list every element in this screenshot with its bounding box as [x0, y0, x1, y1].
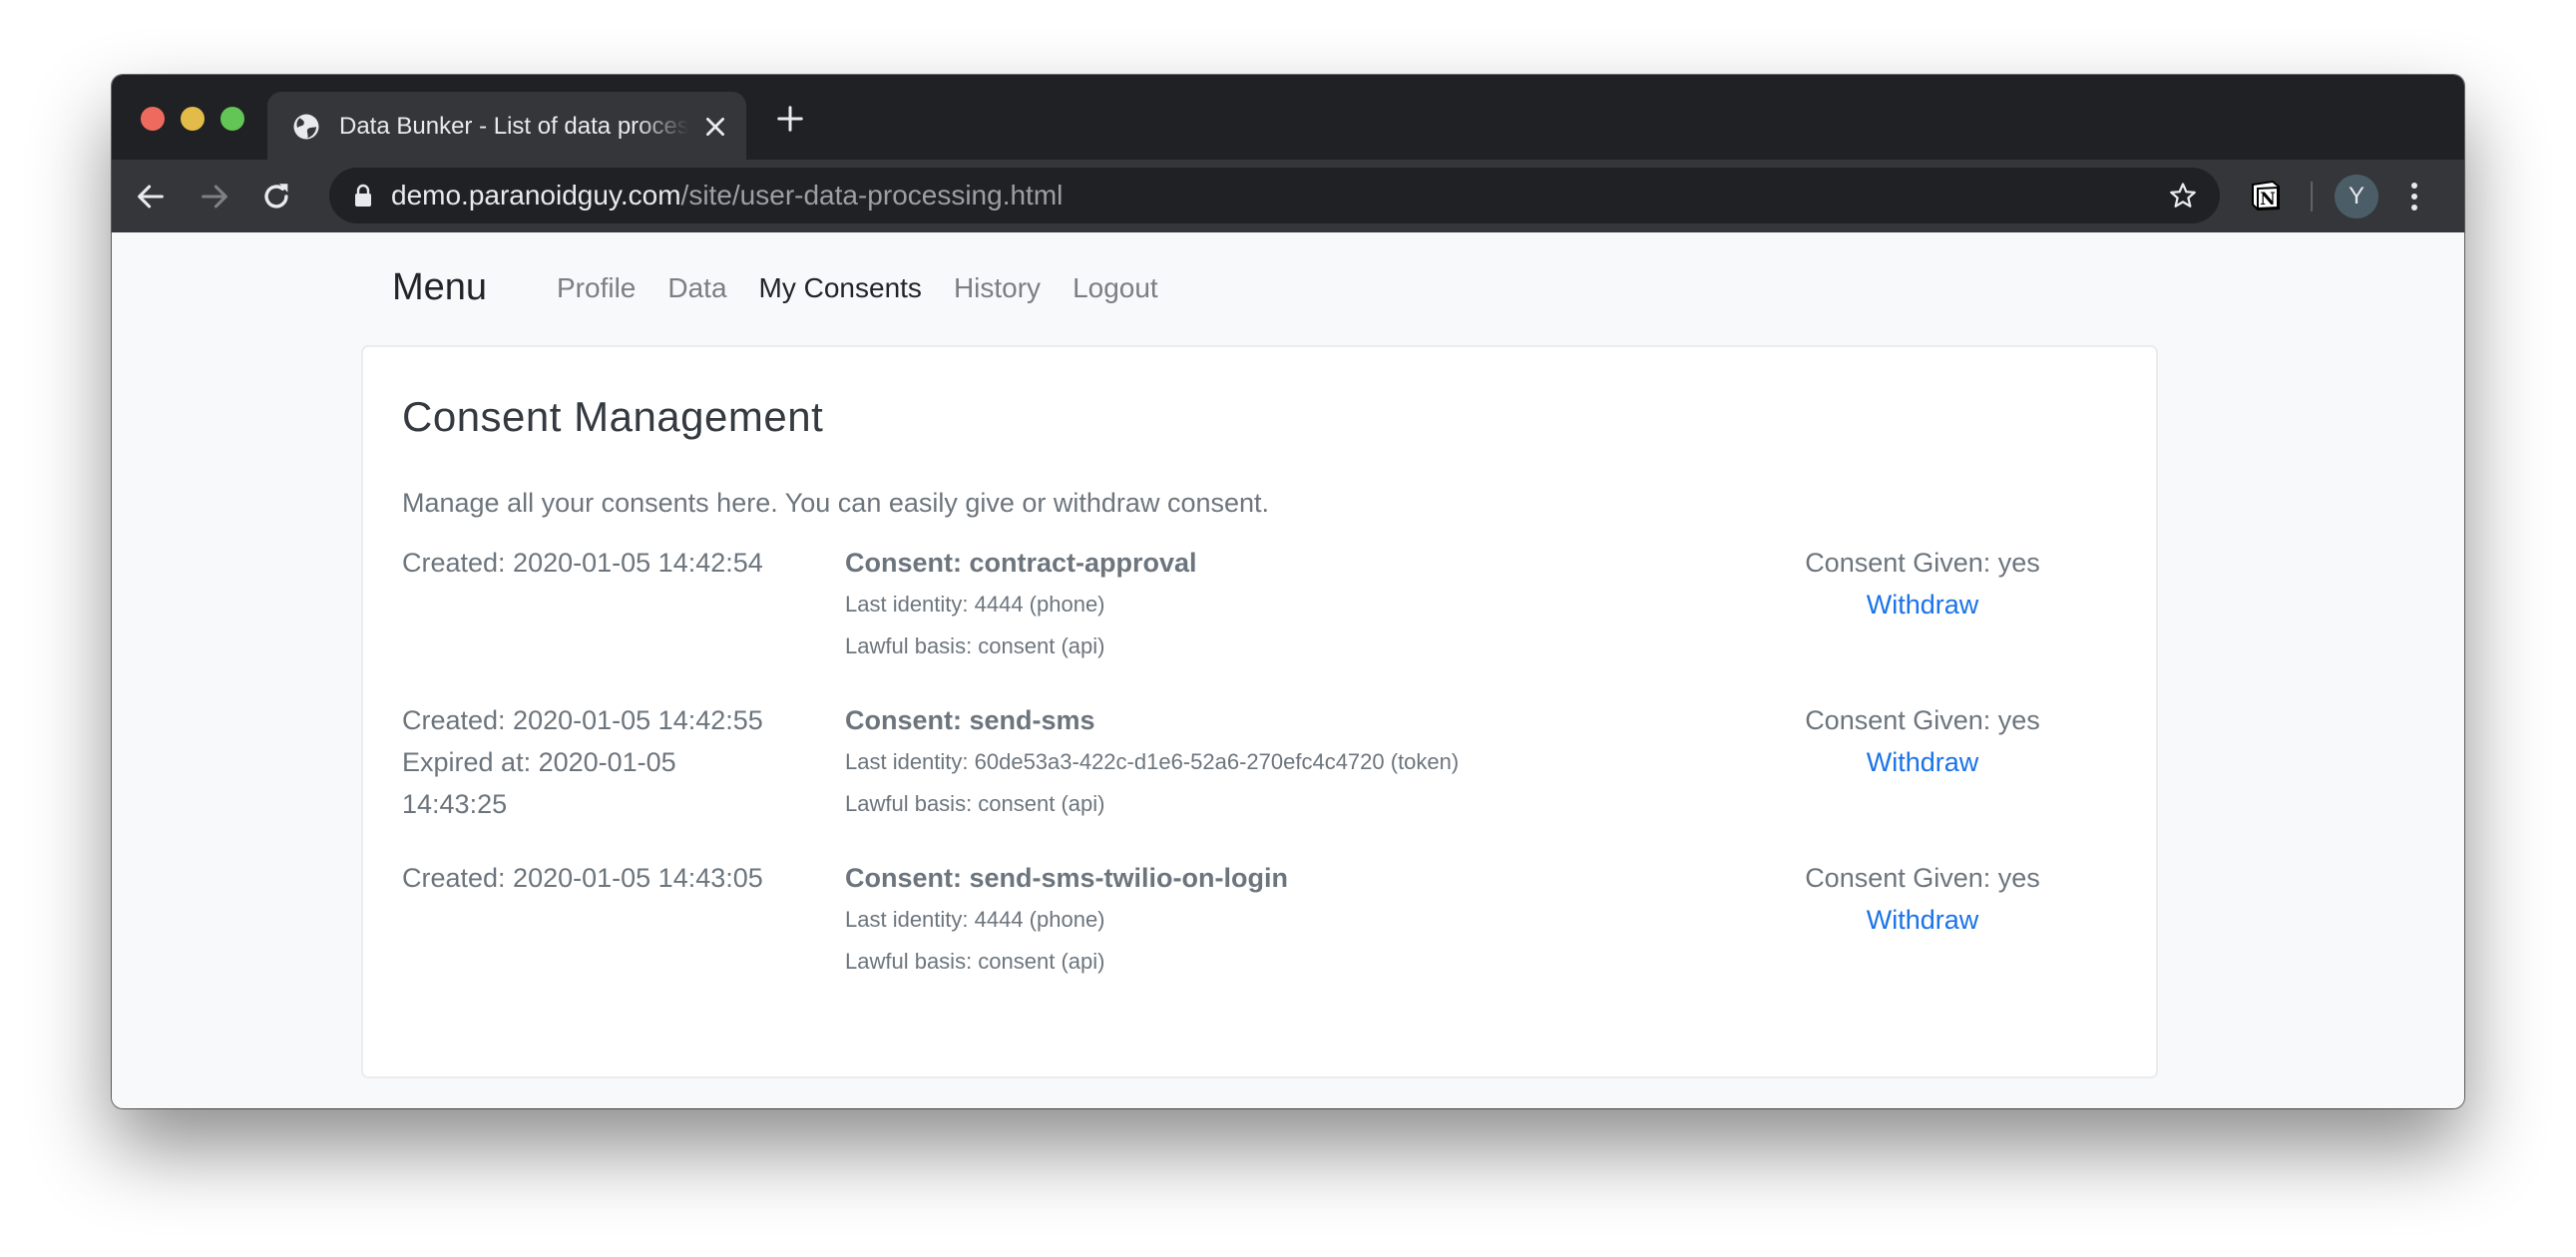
- last-identity: Last identity: 60de53a3-422c-d1e6-52a6-2…: [845, 749, 1460, 774]
- url-path: /site/user-data-processing.html: [680, 180, 1064, 210]
- navbar-brand[interactable]: Menu: [392, 262, 487, 312]
- browser-window: Data Bunker - List of data processing: [112, 75, 2464, 1108]
- page-description: Manage all your consents here. You can e…: [402, 488, 1270, 518]
- page-content: Menu Profile Data My Consents History Lo…: [112, 232, 2464, 1108]
- minimize-window-button[interactable]: [181, 107, 205, 131]
- toolbar-divider: [2311, 182, 2313, 211]
- lawful-basis: Lawful basis: consent (api): [845, 791, 1105, 816]
- tab-strip: Data Bunker - List of data processing: [112, 75, 2464, 160]
- last-identity: Last identity: 4444 (phone): [845, 592, 1105, 617]
- consent-given: Consent Given: yes: [1805, 705, 2040, 735]
- lawful-basis: Lawful basis: consent (api): [845, 949, 1105, 974]
- star-icon[interactable]: [2168, 181, 2198, 210]
- kebab-menu-icon[interactable]: [2406, 180, 2422, 213]
- close-icon[interactable]: [702, 114, 728, 140]
- close-window-button[interactable]: [141, 107, 165, 131]
- svg-text:N: N: [2260, 190, 2276, 210]
- consent-status: Consent Given: yes Withdraw: [1763, 699, 2082, 783]
- created-date: Created: 2020-01-05 14:43:05: [402, 863, 763, 893]
- nav-link-logout[interactable]: Logout: [1057, 268, 1174, 308]
- lock-icon: [355, 184, 371, 207]
- consent-dates: Created: 2020-01-05 14:42:55 Expired at:…: [402, 699, 801, 825]
- nav-link-my-consents[interactable]: My Consents: [743, 268, 938, 308]
- url-text[interactable]: demo.paranoidguy.com/site/user-data-proc…: [391, 168, 1063, 223]
- tab-title: Data Bunker - List of data processing: [339, 113, 688, 140]
- consent-card: Consent Management Manage all your conse…: [361, 345, 2158, 1078]
- consent-dates: Created: 2020-01-05 14:42:54: [402, 542, 801, 584]
- browser-tab[interactable]: Data Bunker - List of data processing: [267, 92, 746, 160]
- maximize-window-button[interactable]: [220, 107, 244, 131]
- created-date: Created: 2020-01-05 14:42:54: [402, 548, 763, 578]
- consent-status: Consent Given: yes Withdraw: [1763, 542, 2082, 626]
- consent-dates: Created: 2020-01-05 14:43:05: [402, 857, 801, 899]
- consent-details: Consent: send-sms Last identity: 60de53a…: [845, 699, 1743, 825]
- consent-given: Consent Given: yes: [1805, 548, 2040, 578]
- nav-link-profile[interactable]: Profile: [541, 268, 651, 308]
- consent-details: Consent: send-sms-twilio-on-login Last i…: [845, 857, 1743, 983]
- withdraw-link[interactable]: Withdraw: [1867, 584, 1979, 626]
- address-bar[interactable]: demo.paranoidguy.com/site/user-data-proc…: [329, 168, 2220, 223]
- reload-icon[interactable]: [259, 180, 293, 213]
- nav-link-data[interactable]: Data: [651, 268, 742, 308]
- profile-avatar[interactable]: Y: [2335, 175, 2378, 218]
- consent-details: Consent: contract-approval Last identity…: [845, 542, 1743, 667]
- consent-name: Consent: send-sms-twilio-on-login: [845, 863, 1288, 893]
- consent-given: Consent Given: yes: [1805, 863, 2040, 893]
- browser-toolbar: demo.paranoidguy.com/site/user-data-proc…: [112, 160, 2464, 232]
- globe-icon: [293, 114, 319, 140]
- arrow-left-icon[interactable]: [134, 180, 168, 213]
- page-title: Consent Management: [402, 393, 824, 440]
- url-host: demo.paranoidguy.com: [391, 180, 681, 210]
- last-identity: Last identity: 4444 (phone): [845, 907, 1105, 932]
- expired-date: Expired at: 2020-01-05 14:43:25: [402, 747, 676, 819]
- consent-name: Consent: send-sms: [845, 705, 1095, 735]
- withdraw-link[interactable]: Withdraw: [1867, 741, 1979, 783]
- withdraw-link[interactable]: Withdraw: [1867, 899, 1979, 941]
- arrow-right-icon[interactable]: [198, 180, 231, 213]
- lawful-basis: Lawful basis: consent (api): [845, 633, 1105, 658]
- notion-icon[interactable]: N: [2249, 179, 2283, 212]
- consent-status: Consent Given: yes Withdraw: [1763, 857, 2082, 941]
- consent-name: Consent: contract-approval: [845, 548, 1197, 578]
- created-date: Created: 2020-01-05 14:42:55: [402, 705, 763, 735]
- navbar: Menu Profile Data My Consents History Lo…: [361, 232, 2156, 345]
- nav-links: Profile Data My Consents History Logout: [541, 268, 1174, 308]
- nav-link-history[interactable]: History: [938, 268, 1057, 308]
- plus-icon[interactable]: [775, 104, 805, 134]
